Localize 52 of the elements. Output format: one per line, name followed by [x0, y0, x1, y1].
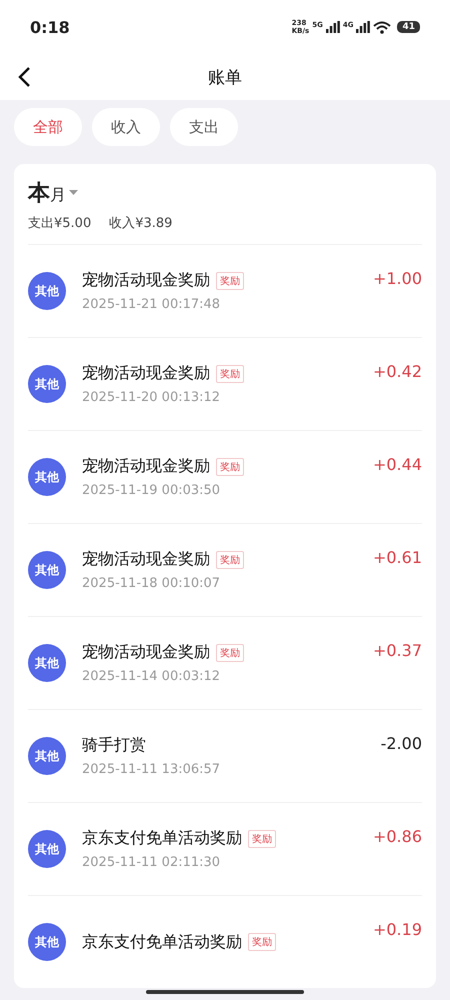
category-avatar: 其他 [28, 923, 66, 961]
battery-indicator: 41 [397, 21, 420, 33]
record-time: 2025-11-19 00:03:50 [82, 483, 222, 498]
category-avatar: 其他 [28, 737, 66, 775]
category-avatar: 其他 [28, 272, 66, 310]
income-total: 收入¥3.89 [109, 215, 172, 232]
record-amount: +0.19 [372, 920, 422, 939]
record-time: 2025-11-18 00:10:07 [82, 576, 222, 591]
record-title: 骑手打赏 [82, 735, 146, 756]
record-title: 京东支付免单活动奖励 [82, 828, 242, 849]
record-time: 2025-11-20 00:13:12 [82, 390, 222, 405]
status-time: 0:18 [30, 18, 70, 36]
record-title: 宠物活动现金奖励 [82, 549, 210, 570]
category-avatar: 其他 [28, 551, 66, 589]
record-time: 2025-11-14 00:03:12 [82, 669, 222, 684]
signal-icon [356, 21, 370, 33]
filter-tab[interactable]: 收入 [92, 108, 160, 146]
record-title: 宠物活动现金奖励 [82, 456, 210, 477]
record-tag: 奖励 [216, 364, 244, 382]
record-time: 2025-11-21 00:17:48 [82, 297, 222, 312]
record-time: 2025-11-11 13:06:57 [82, 762, 222, 777]
record-title: 宠物活动现金奖励 [82, 270, 210, 291]
back-icon[interactable] [17, 66, 31, 88]
record-tag: 奖励 [248, 830, 276, 848]
page-title: 账单 [208, 66, 242, 88]
record-tag: 奖励 [216, 644, 244, 662]
record-tag: 奖励 [216, 458, 244, 476]
record-tag: 奖励 [216, 550, 244, 568]
record-title: 宠物活动现金奖励 [82, 363, 210, 384]
record-amount: +0.44 [372, 455, 422, 474]
caret-icon[interactable] [69, 190, 78, 196]
record-amount: +0.37 [372, 641, 422, 660]
record-time: 2025-11-11 02:11:30 [82, 855, 222, 870]
record-amount: +1.00 [372, 269, 422, 288]
record-amount: +0.42 [372, 362, 422, 381]
record-amount: +0.61 [372, 548, 422, 567]
expense-total: 支出¥5.00 [28, 215, 92, 232]
category-avatar: 其他 [28, 830, 66, 868]
record-title: 宠物活动现金奖励 [82, 642, 210, 663]
record-tag: 奖励 [216, 272, 244, 290]
category-avatar: 其他 [28, 365, 66, 403]
wifi-icon [373, 20, 392, 34]
signal-icon [326, 21, 340, 33]
category-avatar: 其他 [28, 458, 66, 496]
month-selector[interactable]: 本月 [28, 178, 66, 208]
record-title: 京东支付免单活动奖励 [82, 932, 242, 952]
record-tag: 奖励 [248, 933, 276, 951]
category-avatar: 其他 [28, 644, 66, 682]
filter-tab[interactable]: 全部 [14, 108, 82, 146]
filter-tab[interactable]: 支出 [170, 108, 238, 146]
record-amount: -2.00 [380, 734, 422, 753]
record-amount: +0.86 [372, 827, 422, 846]
